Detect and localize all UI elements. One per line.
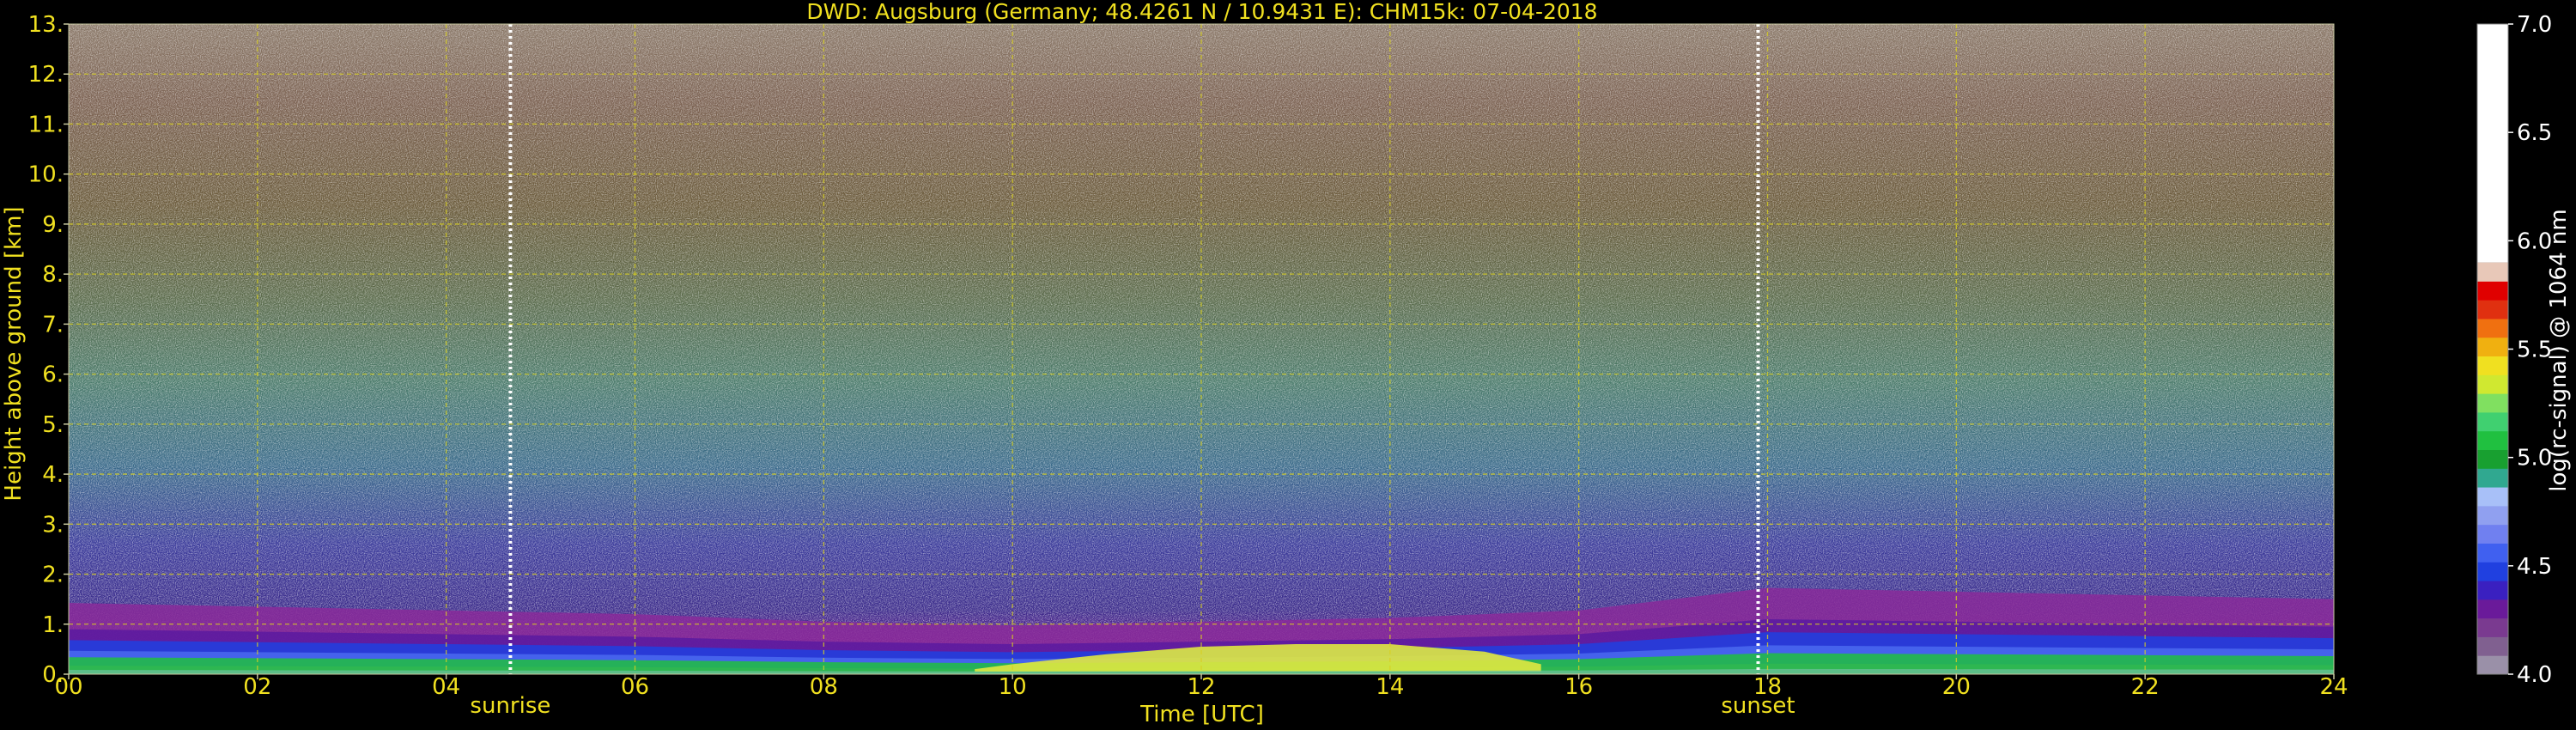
colorbar-segment [2477, 300, 2508, 319]
colorbar-segment [2477, 543, 2508, 563]
y-tick-label: 10. [28, 162, 64, 188]
colorbar-tick-label: 4.5 [2517, 554, 2552, 580]
x-tick-label: 08 [810, 674, 838, 700]
y-tick-label: 8. [42, 262, 64, 288]
colorbar-segment [2477, 262, 2508, 282]
marker-label-sunrise: sunrise [470, 693, 550, 719]
colorbar-tick-label: 6.5 [2517, 120, 2552, 146]
y-tick-label: 0. [42, 662, 64, 688]
y-tick-label: 7. [42, 312, 64, 338]
colorbar-segment [2477, 411, 2508, 432]
x-tick-label: 16 [1564, 674, 1593, 700]
x-tick-label: 12 [1187, 674, 1215, 700]
colorbar-segment [2477, 617, 2508, 637]
y-tick-label: 1. [42, 612, 64, 638]
colorbar-segment [2477, 655, 2508, 675]
colorbar-segment [2477, 449, 2508, 469]
colorbar-segment [2477, 393, 2508, 413]
colorbar-segment [2477, 356, 2508, 375]
x-tick-label: 10 [999, 674, 1027, 700]
y-tick-label: 9. [42, 212, 64, 238]
x-axis-label: Time [UTC] [1139, 702, 1264, 727]
ceilometer-chart: 00 02 04 06 08 10 12 14 16 18 20 22 24 0.1.2.3.4.5.6… [1, 0, 2572, 727]
x-tick-label: 02 [243, 674, 271, 700]
colorbar-segment [2477, 524, 2508, 544]
colorbar-segment [2477, 374, 2508, 394]
y-tick-label: 5. [42, 412, 64, 438]
y-tick-label: 13. [28, 12, 64, 38]
colorbar: 4.04.55.05.56.06.57.0 [2476, 12, 2552, 688]
y-tick-label: 2. [42, 563, 64, 588]
y-tick-label: 6. [42, 362, 64, 388]
x-tick-label: 06 [621, 674, 649, 700]
y-tick-label: 12. [28, 62, 64, 88]
colorbar-segment [2477, 468, 2508, 488]
colorbar-label: log(rc-signal) @ 1064 nm [2546, 209, 2572, 491]
colorbar-segment [2477, 318, 2508, 338]
x-tick-label: 04 [432, 674, 460, 700]
y-tick-label: 11. [28, 112, 64, 137]
colorbar-segment [2477, 599, 2508, 619]
chart-title: DWD: Augsburg (Germany; 48.4261 N / 10.9… [806, 0, 1597, 24]
marker-label-sunset: sunset [1721, 693, 1795, 719]
plot-area [68, 23, 2335, 675]
colorbar-segment [2477, 487, 2508, 507]
x-tick-label: 20 [1942, 674, 1971, 700]
x-tick-label: 24 [2319, 674, 2348, 700]
colorbar-segment [2477, 562, 2508, 581]
colorbar-segment [2477, 430, 2508, 450]
x-tick-label: 22 [2131, 674, 2160, 700]
colorbar-segment [2477, 281, 2508, 301]
colorbar-segment [2477, 581, 2508, 600]
x-tick-label: 14 [1376, 674, 1404, 700]
colorbar-tick-label: 4.0 [2517, 662, 2552, 688]
y-tick-label: 4. [42, 462, 64, 488]
y-axis-label: Height above ground [km] [1, 206, 27, 501]
colorbar-segment [2477, 636, 2508, 656]
colorbar-segment [2477, 337, 2508, 357]
colorbar-segment [2477, 505, 2508, 526]
colorbar-tick-label: 7.0 [2517, 12, 2552, 38]
y-tick-label: 3. [42, 512, 64, 538]
colorbar-segment-top [2477, 24, 2508, 263]
